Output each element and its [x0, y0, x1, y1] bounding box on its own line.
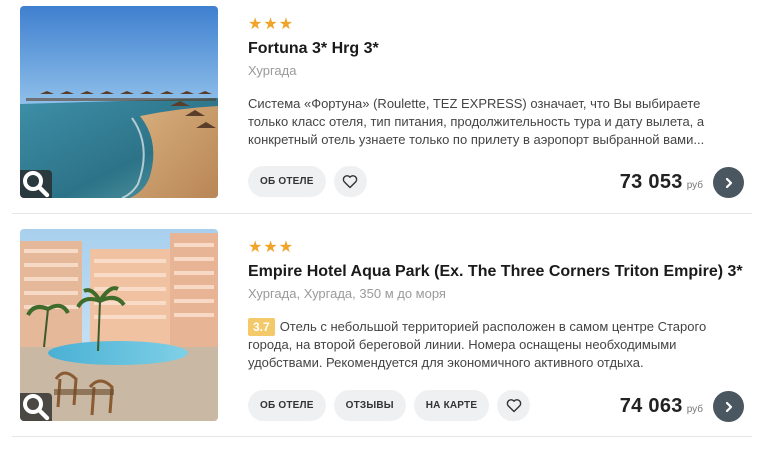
search-icon: [23, 171, 50, 198]
favorite-button[interactable]: [333, 166, 367, 197]
hotel-location: Хургада, Хургада, 350 м до моря: [248, 286, 446, 301]
hotel-name[interactable]: Fortuna 3* Hrg 3*: [248, 38, 744, 60]
hotel-card: ★★★ Fortuna 3* Hrg 3* Хургада Система «Ф…: [0, 0, 764, 214]
star-rating: ★★★: [248, 239, 295, 256]
favorite-button[interactable]: [497, 390, 531, 421]
hotel-name[interactable]: Empire Hotel Aqua Park (Ex. The Three Co…: [248, 261, 744, 283]
hotel-info: ★★★ Empire Hotel Aqua Park (Ex. The Thre…: [248, 239, 744, 372]
reviews-button[interactable]: ОТЗЫВЫ: [333, 390, 406, 421]
map-button[interactable]: НА КАРТЕ: [413, 390, 490, 421]
hotel-actions: ОБ ОТЕЛЕ ОТЗЫВЫ НА КАРТЕ: [248, 390, 531, 421]
hotel-photo[interactable]: [20, 229, 218, 421]
currency: руб: [686, 180, 703, 191]
star-rating: ★★★: [248, 16, 295, 33]
heart-icon: [506, 399, 521, 413]
hotel-description: Система «Фортуна» (Roulette, TEZ EXPRESS…: [248, 96, 705, 147]
description-text: Отель с небольшой территорией расположен…: [248, 319, 707, 370]
go-to-hotel-button[interactable]: [713, 167, 744, 198]
about-hotel-button[interactable]: ОБ ОТЕЛЕ: [248, 390, 326, 421]
hotel-photo[interactable]: [20, 6, 218, 198]
zoom-button[interactable]: [20, 393, 52, 421]
currency: руб: [686, 404, 703, 415]
search-icon: [23, 394, 50, 421]
price-block: 73 053 руб: [620, 167, 744, 198]
about-hotel-button[interactable]: ОБ ОТЕЛЕ: [248, 166, 326, 197]
go-to-hotel-button[interactable]: [713, 391, 744, 422]
price: 74 063: [619, 395, 683, 417]
price-block: 74 063 руб: [620, 391, 744, 422]
heart-icon: [342, 175, 358, 189]
divider: [12, 213, 752, 214]
price: 73 053: [619, 171, 683, 193]
rating-badge: 3.7: [248, 318, 275, 336]
hotel-card: ★★★ Empire Hotel Aqua Park (Ex. The Thre…: [0, 222, 764, 436]
hotel-location: Хургада: [248, 63, 297, 78]
hotel-info: ★★★ Fortuna 3* Hrg 3* Хургада Система «Ф…: [248, 16, 744, 149]
zoom-button[interactable]: [20, 170, 52, 198]
divider: [12, 436, 752, 437]
chevron-right-icon: [725, 177, 732, 188]
chevron-right-icon: [725, 401, 732, 412]
hotel-actions: ОБ ОТЕЛЕ: [248, 166, 367, 197]
hotel-description: 3.7 Отель с небольшой территорией располо…: [248, 318, 744, 372]
